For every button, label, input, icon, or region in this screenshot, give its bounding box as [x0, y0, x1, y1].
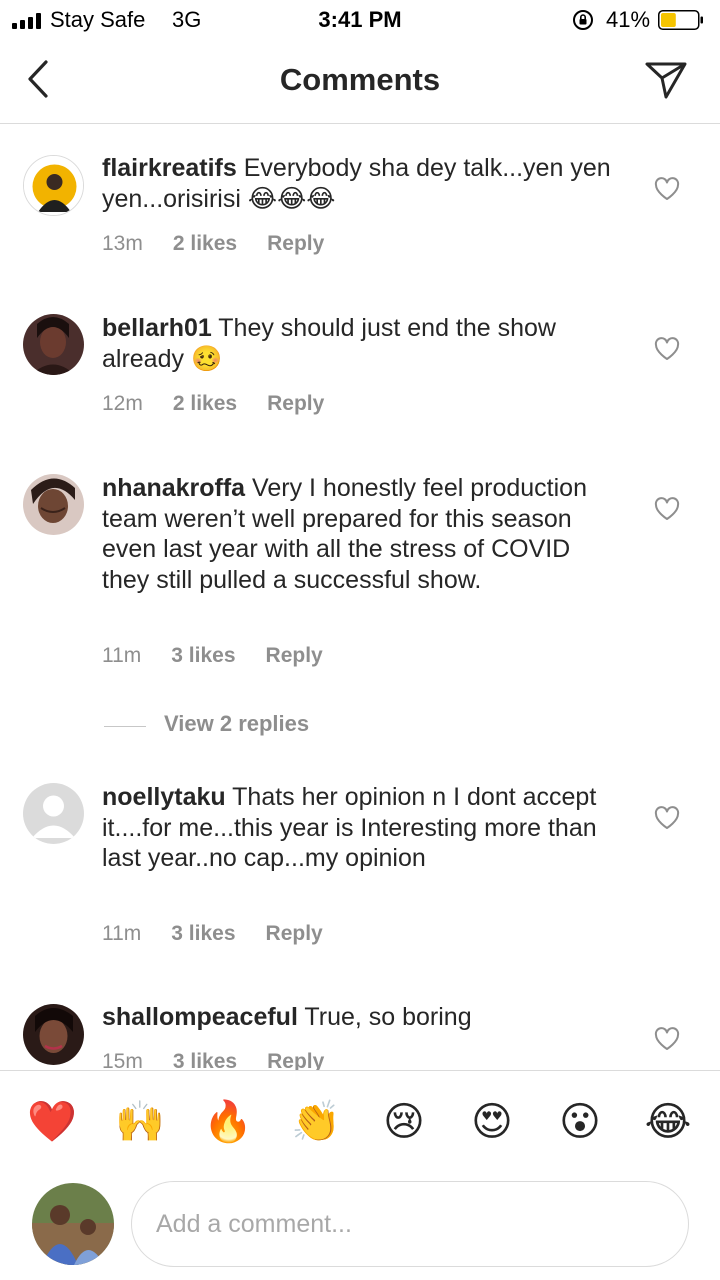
avatar[interactable]: [23, 1004, 84, 1065]
comment-meta: 11m 3 likes Reply: [102, 644, 353, 668]
comment-text: nhanakroffa Very I honestly feel product…: [102, 473, 622, 595]
avatar[interactable]: [23, 474, 84, 535]
heart-icon[interactable]: [654, 177, 680, 201]
comment-meta: 11m 3 likes Reply: [102, 922, 353, 946]
emoji-heart-button[interactable]: ❤️: [24, 1094, 80, 1150]
heart-icon[interactable]: [654, 1027, 680, 1051]
comment-text: noellytaku Thats her opinion n I dont ac…: [102, 782, 622, 874]
comment-username[interactable]: nhanakroffa: [102, 474, 245, 502]
heart-icon[interactable]: [654, 337, 680, 361]
avatar[interactable]: [23, 783, 84, 844]
view-replies-button[interactable]: View 2 replies: [164, 711, 309, 737]
battery-icon: [658, 10, 703, 30]
paper-plane-icon[interactable]: [644, 58, 688, 102]
comment-body: True, so boring: [304, 1003, 472, 1031]
emoji-laughing-button[interactable]: 😂: [640, 1094, 696, 1150]
comment-time: 13m: [102, 232, 143, 255]
emoji-clapping-button[interactable]: 👏: [288, 1094, 344, 1150]
reply-button[interactable]: Reply: [266, 644, 323, 667]
comment-time: 12m: [102, 392, 143, 415]
comment-text: flairkreatifs Everybody sha dey talk...y…: [102, 153, 622, 214]
emoji-surprised-button[interactable]: 😮: [552, 1094, 608, 1150]
comment-time: 11m: [102, 644, 142, 667]
comment-username[interactable]: noellytaku: [102, 783, 226, 811]
current-user-avatar: [32, 1183, 114, 1265]
comment-input[interactable]: [131, 1181, 689, 1267]
comment-text: shallompeaceful True, so boring: [102, 1002, 622, 1033]
comment-time: 11m: [102, 922, 142, 945]
battery-percentage: 41%: [606, 7, 651, 32]
heart-icon[interactable]: [654, 806, 680, 830]
likes-count[interactable]: 2 likes: [173, 232, 237, 255]
comment-username[interactable]: flairkreatifs: [102, 154, 237, 182]
comment-meta: 12m 2 likes Reply: [102, 392, 354, 416]
comment-meta: 13m 2 likes Reply: [102, 232, 354, 256]
orientation-lock-icon: [573, 10, 593, 30]
comment-username[interactable]: bellarh01: [102, 314, 212, 342]
reply-button[interactable]: Reply: [267, 1050, 324, 1070]
likes-count[interactable]: 3 likes: [171, 922, 235, 945]
status-bar: Stay Safe 3G 3:41 PM 41%: [0, 0, 720, 40]
comment-meta: 15m 3 likes Reply: [102, 1050, 354, 1070]
heart-icon[interactable]: [654, 497, 680, 521]
replies-divider: [104, 726, 146, 727]
reply-button[interactable]: Reply: [267, 392, 324, 415]
emoji-crying-button[interactable]: 😢: [376, 1094, 432, 1150]
likes-count[interactable]: 2 likes: [173, 392, 237, 415]
comment-time: 15m: [102, 1050, 143, 1070]
likes-count[interactable]: 3 likes: [173, 1050, 237, 1070]
comment-username[interactable]: shallompeaceful: [102, 1003, 298, 1031]
emoji-quick-bar: ❤️ 🙌 🔥 👏 😢 😍 😮 😂: [0, 1094, 720, 1150]
likes-count[interactable]: 3 likes: [171, 644, 235, 667]
reply-button[interactable]: Reply: [266, 922, 323, 945]
emoji-fire-button[interactable]: 🔥: [200, 1094, 256, 1150]
page-title: Comments: [279, 62, 441, 97]
emoji-heart-eyes-button[interactable]: 😍: [464, 1094, 520, 1150]
comment-text: bellarh01 They should just end the show …: [102, 313, 622, 374]
emoji-raised-hands-button[interactable]: 🙌: [112, 1094, 168, 1150]
composer-divider: [0, 1070, 720, 1071]
avatar[interactable]: [23, 155, 84, 216]
avatar[interactable]: [23, 314, 84, 375]
comments-header: Comments: [0, 40, 720, 124]
reply-button[interactable]: Reply: [267, 232, 324, 255]
comment-list: flairkreatifs Everybody sha dey talk...y…: [0, 125, 720, 1070]
